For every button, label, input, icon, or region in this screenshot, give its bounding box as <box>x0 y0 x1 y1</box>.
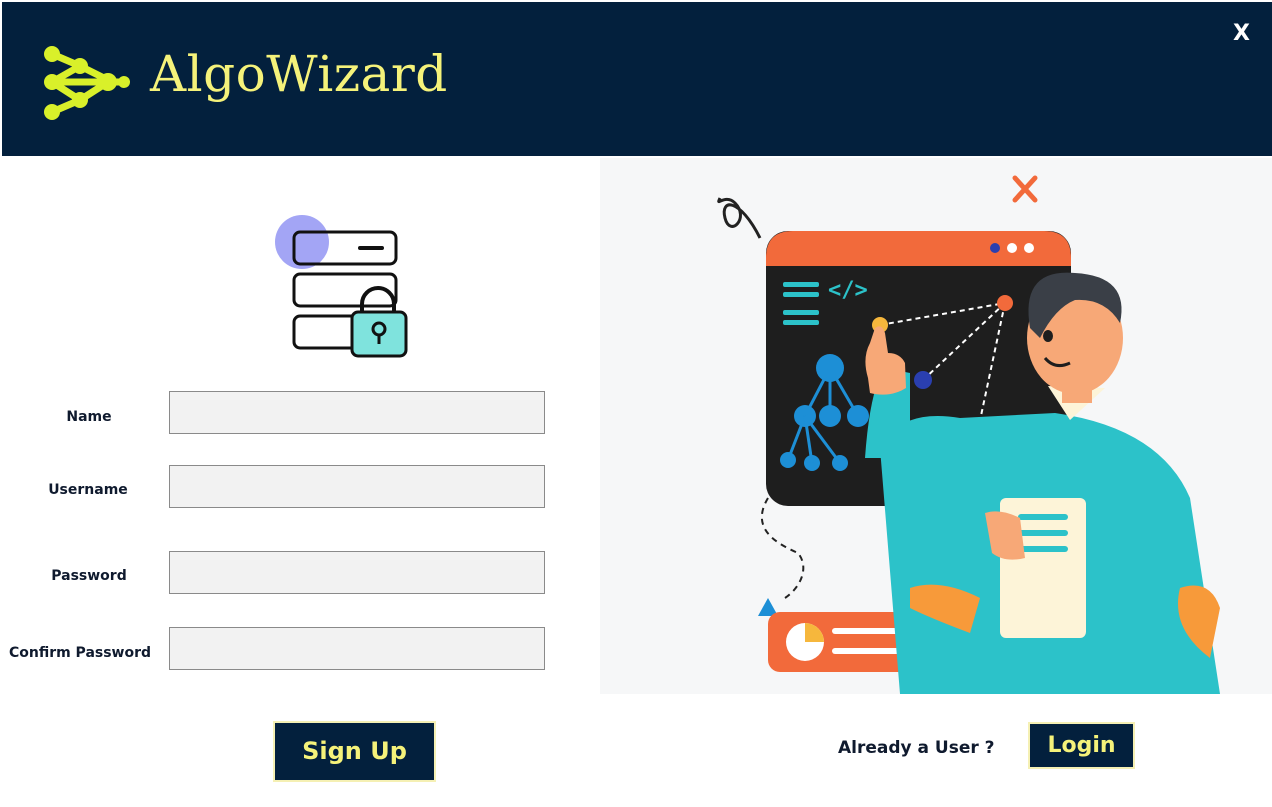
header-bar: AlgoWizard X <box>2 2 1272 156</box>
username-label: Username <box>48 482 128 498</box>
close-icon: X <box>1233 21 1250 46</box>
password-input[interactable] <box>169 551 545 594</box>
close-button[interactable]: X <box>1233 20 1250 48</box>
signup-button[interactable]: Sign Up <box>273 721 436 782</box>
x-mark-icon <box>1012 175 1038 203</box>
name-input[interactable] <box>169 391 545 434</box>
already-user-text: Already a User ? <box>838 738 995 758</box>
signup-window: AlgoWizard X Name Username Password Conf… <box>0 0 1272 807</box>
confirm-password-input[interactable] <box>169 627 545 670</box>
svg-text:</>: </> <box>828 278 868 303</box>
developer-illustration: </> <box>600 158 1272 694</box>
app-title: AlgoWizard <box>150 45 448 103</box>
login-button[interactable]: Login <box>1028 722 1135 769</box>
server-lock-icon <box>275 215 408 358</box>
name-label: Name <box>66 409 112 425</box>
password-label: Password <box>51 568 127 584</box>
confirm-password-label: Confirm Password <box>8 645 152 661</box>
network-nodes-icon <box>44 46 130 120</box>
username-input[interactable] <box>169 465 545 508</box>
